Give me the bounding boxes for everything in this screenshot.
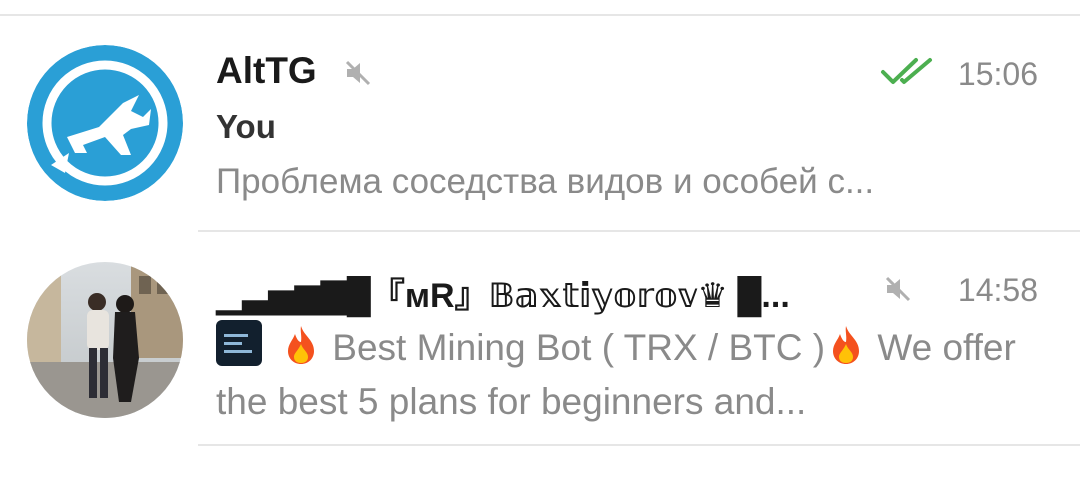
- chat-time: 15:06: [957, 56, 1038, 92]
- avatar[interactable]: [27, 262, 183, 418]
- message-preview: Проблема соседства видов и особей с...: [216, 162, 875, 201]
- mute-icon: [345, 60, 371, 86]
- divider: [0, 14, 1080, 16]
- chat-title: AltTG: [216, 50, 317, 91]
- photo-avatar: [27, 262, 183, 418]
- mute-icon: [885, 276, 911, 302]
- image-thumbnail-icon: [216, 320, 262, 366]
- double-check-icon: [881, 58, 932, 84]
- preview-text: Best Mining Bot ( TRX / BTC ): [332, 327, 826, 368]
- chat-row-baxtiyorov[interactable]: ▁▃▅▆▇█『мR』𝔹𝕒𝕩𝕥𝕚𝕪𝕠𝕣𝕠𝕧♛ █... 14:58 Best Mi…: [0, 232, 1080, 446]
- fire-emoji-icon: [833, 326, 860, 364]
- chat-time: 14:58: [957, 272, 1038, 308]
- last-sender: You: [216, 108, 276, 145]
- fire-emoji-icon: [288, 326, 314, 364]
- avatar[interactable]: [27, 45, 183, 201]
- message-preview: Best Mining Bot ( TRX / BTC ) We offer t…: [216, 320, 1020, 429]
- chat-row-alttg[interactable]: AltTG 15:06 You Проблема соседства видов…: [0, 18, 1080, 232]
- airplane-icon: [27, 45, 183, 201]
- divider: [198, 444, 1080, 446]
- chat-title: ▁▃▅▆▇█『мR』𝔹𝕒𝕩𝕥𝕚𝕪𝕠𝕣𝕠𝕧♛ █...: [216, 277, 790, 315]
- chat-list: AltTG 15:06 You Проблема соседства видов…: [0, 0, 1080, 478]
